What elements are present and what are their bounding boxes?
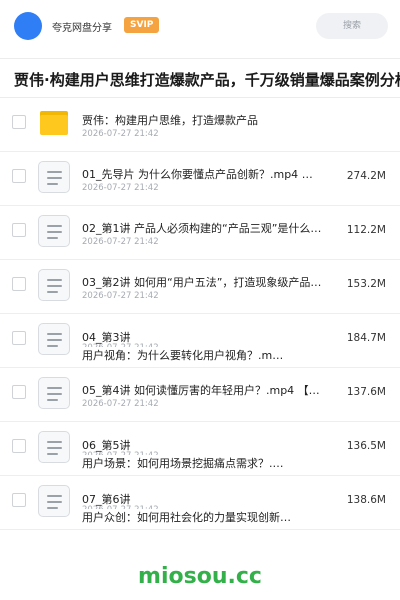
file-size: 274.2M [346, 170, 386, 182]
file-name-line2[interactable]: 用户众创：如何用社会化的力量实现创新… [82, 509, 291, 525]
row-checkbox[interactable] [12, 223, 26, 237]
folder-title-bar: 贾伟·构建用户思维打造爆款产品，千万级销量爆品案例分析 [0, 58, 400, 98]
file-icon [38, 161, 70, 193]
file-name[interactable]: 03_第2讲 如何用“用户五法”，打造现象级产品？… [82, 274, 330, 290]
list-item[interactable]: 2026-07-27 21:42 04_第3讲 用户视角：为什么要转化用户视角？… [0, 314, 400, 368]
file-icon [38, 269, 70, 301]
file-date: 2026-07-27 21:42 [82, 183, 159, 193]
search-input[interactable]: 搜索 [316, 13, 388, 39]
row-checkbox[interactable] [12, 331, 26, 345]
row-checkbox[interactable] [12, 439, 26, 453]
file-name[interactable]: 06_第5讲 [82, 437, 131, 453]
file-size: 138.6M [346, 494, 386, 506]
file-name[interactable]: 贾伟：构建用户思维，打造爆款产品 [82, 112, 258, 128]
file-date: 2026-07-27 21:42 [82, 291, 159, 301]
list-item[interactable]: 02_第1讲 产品人必须构建的“产品三观”是什么？… 2026-07-27 21… [0, 206, 400, 260]
file-date: 2026-07-27 21:42 [82, 399, 159, 409]
svip-badge: SVIP [124, 17, 160, 33]
watermark-text: miosou.cc [138, 564, 262, 589]
list-item[interactable]: 2026-07-27 21:42 07_第6讲 用户众创：如何用社会化的力量实现… [0, 476, 400, 530]
folder-icon [40, 111, 68, 135]
file-name[interactable]: 01_先导片 为什么你要懂点产品创新？.mp4 【… [82, 166, 322, 182]
row-checkbox[interactable] [12, 169, 26, 183]
file-date: 2026-07-27 21:42 [82, 237, 159, 247]
file-size: 153.2M [346, 278, 386, 290]
row-checkbox[interactable] [12, 277, 26, 291]
file-date: 2026-07-27 21:42 [82, 129, 159, 139]
top-bar: 夸克网盘分享 SVIP 搜索 [0, 0, 400, 52]
file-icon [38, 377, 70, 409]
file-name[interactable]: 07_第6讲 [82, 491, 131, 507]
list-item[interactable]: 贾伟：构建用户思维，打造爆款产品 2026-07-27 21:42 [0, 98, 400, 152]
file-icon [38, 323, 70, 355]
file-size: 137.6M [346, 386, 386, 398]
file-size: 184.7M [346, 332, 386, 344]
row-checkbox[interactable] [12, 115, 26, 129]
row-checkbox[interactable] [12, 385, 26, 399]
file-icon [38, 431, 70, 463]
file-icon [38, 215, 70, 247]
file-name[interactable]: 05_第4讲 如何读懂厉害的年轻用户？.mp4 【… [82, 382, 320, 398]
list-item[interactable]: 2026-07-27 21:42 06_第5讲 用户场景：如何用场景挖掘痛点需求… [0, 422, 400, 476]
file-name-line2[interactable]: 用户场景：如何用场景挖掘痛点需求？.… [82, 455, 284, 471]
list-item[interactable]: 05_第4讲 如何读懂厉害的年轻用户？.mp4 【… 2026-07-27 21… [0, 368, 400, 422]
file-name[interactable]: 04_第3讲 [82, 329, 131, 345]
file-name-line2[interactable]: 用户视角：为什么要转化用户视角？.m… [82, 347, 284, 363]
file-icon [38, 485, 70, 517]
page-title: 贾伟·构建用户思维打造爆款产品，千万级销量爆品案例分析 [14, 71, 400, 89]
file-size: 136.5M [346, 440, 386, 452]
share-name: 夸克网盘分享 [52, 23, 112, 34]
file-name[interactable]: 02_第1讲 产品人必须构建的“产品三观”是什么？… [82, 220, 330, 236]
list-item[interactable]: 01_先导片 为什么你要懂点产品创新？.mp4 【… 2026-07-27 21… [0, 152, 400, 206]
file-size: 112.2M [346, 224, 386, 236]
avatar[interactable] [14, 12, 42, 40]
row-checkbox[interactable] [12, 493, 26, 507]
list-item[interactable]: 03_第2讲 如何用“用户五法”，打造现象级产品？… 2026-07-27 21… [0, 260, 400, 314]
